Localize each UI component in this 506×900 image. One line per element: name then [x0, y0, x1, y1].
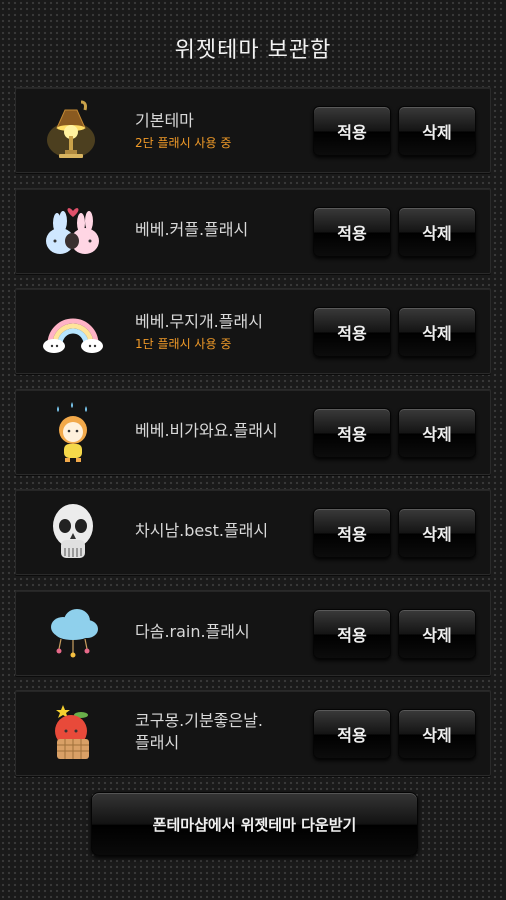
- theme-name: 베베.비가와요.플래시: [135, 420, 278, 440]
- theme-name: 기본테마: [135, 110, 194, 130]
- theme-name: 베베.무지개.플래시: [135, 311, 263, 331]
- apply-button[interactable]: 적용: [313, 709, 391, 759]
- rain-character-icon: [42, 400, 104, 464]
- delete-button[interactable]: 삭제: [398, 106, 476, 156]
- apply-button[interactable]: 적용: [313, 106, 391, 156]
- rainbow-icon: [42, 299, 104, 363]
- theme-info: 차시남.best.플래시: [135, 490, 315, 574]
- delete-button[interactable]: 삭제: [398, 307, 476, 357]
- delete-button[interactable]: 삭제: [398, 407, 476, 458]
- theme-name: 다솜.rain.플래시: [135, 621, 250, 641]
- bunny-couple-icon: [42, 199, 104, 263]
- theme-info: 베베.무지개.플래시 1단 플래시 사용 중: [135, 289, 315, 373]
- theme-info: 베베.커플.플래시: [135, 189, 315, 273]
- apple-character-icon: [42, 701, 104, 765]
- apply-button[interactable]: 적용: [313, 307, 391, 357]
- theme-row: 차시남.best.플래시 적용 삭제: [15, 489, 491, 575]
- theme-status: 2단 플래시 사용 중: [135, 135, 232, 150]
- delete-button[interactable]: 삭제: [398, 206, 476, 257]
- apply-button[interactable]: 적용: [313, 508, 391, 558]
- theme-status: 1단 플래시 사용 중: [135, 336, 232, 351]
- theme-row: 베베.무지개.플래시 1단 플래시 사용 중 적용 삭제: [15, 288, 491, 374]
- theme-info: 기본테마 2단 플래시 사용 중: [135, 88, 315, 172]
- theme-info: 다솜.rain.플래시: [135, 591, 315, 675]
- delete-button[interactable]: 삭제: [398, 508, 476, 558]
- theme-row: 베베.비가와요.플래시 적용 삭제: [15, 388, 491, 475]
- apply-button[interactable]: 적용: [313, 407, 391, 458]
- skull-icon: [42, 500, 104, 564]
- theme-name: 코구몽.기분좋은날. 플래시: [135, 711, 263, 752]
- apply-button[interactable]: 적용: [313, 206, 391, 257]
- delete-button[interactable]: 삭제: [398, 709, 476, 759]
- theme-row: 베베.커플.플래시 적용 삭제: [15, 187, 491, 274]
- delete-button[interactable]: 삭제: [398, 608, 476, 659]
- theme-name: 차시남.best.플래시: [135, 521, 269, 540]
- lamp-icon: [42, 98, 104, 162]
- theme-name: 베베.커플.플래시: [135, 219, 249, 239]
- apply-button[interactable]: 적용: [313, 608, 391, 659]
- theme-row: 기본테마 2단 플래시 사용 중 적용 삭제: [15, 87, 491, 173]
- theme-list: 기본테마 2단 플래시 사용 중 적용 삭제 베베.커플.플래시 적용 삭제 베…: [15, 87, 491, 791]
- theme-row: 코구몽.기분좋은날. 플래시 적용 삭제: [15, 690, 491, 776]
- download-themes-button[interactable]: 폰테마샵에서 위젯테마 다운받기: [91, 792, 418, 856]
- theme-row: 다솜.rain.플래시 적용 삭제: [15, 589, 491, 676]
- page-title: 위젯테마 보관함: [174, 38, 332, 63]
- header: 위젯테마 보관함: [0, 0, 506, 88]
- theme-info: 베베.비가와요.플래시: [135, 390, 315, 474]
- theme-info: 코구몽.기분좋은날. 플래시: [135, 691, 315, 775]
- rain-cloud-icon: [42, 601, 104, 665]
